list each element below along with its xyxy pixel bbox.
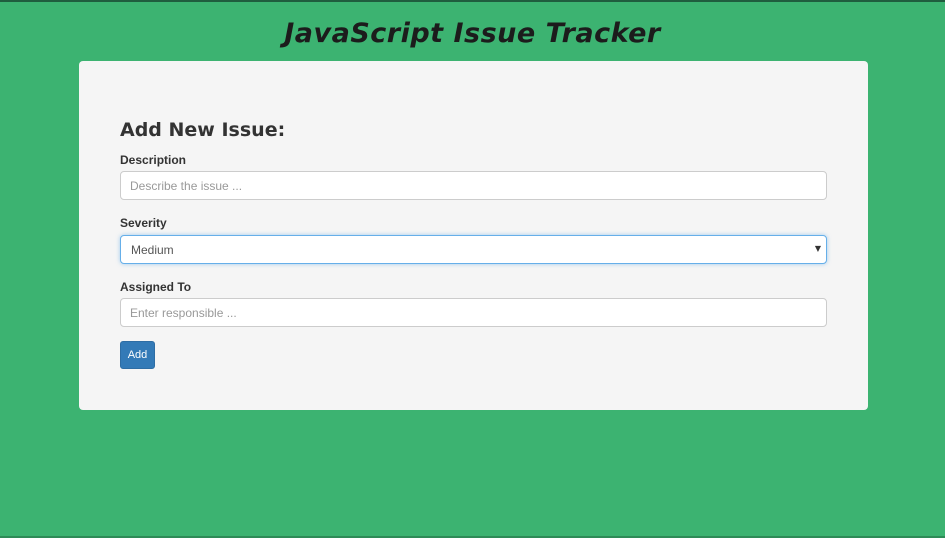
severity-select[interactable]: Medium ▼ bbox=[120, 235, 827, 264]
assigned-to-input[interactable] bbox=[120, 298, 827, 327]
description-input[interactable] bbox=[120, 171, 827, 200]
description-label: Description bbox=[120, 153, 187, 167]
severity-selected-value: Medium bbox=[131, 243, 174, 257]
severity-label: Severity bbox=[120, 216, 167, 230]
assigned-to-label: Assigned To bbox=[120, 280, 192, 294]
app-title: JavaScript Issue Tracker bbox=[284, 18, 661, 49]
caret-down-icon: ▼ bbox=[814, 244, 821, 253]
add-issue-card: Add New Issue: Description Severity Medi… bbox=[79, 61, 868, 410]
add-button[interactable]: Add bbox=[120, 341, 155, 369]
form-heading: Add New Issue: bbox=[120, 119, 286, 141]
window-top-edge bbox=[0, 0, 945, 2]
